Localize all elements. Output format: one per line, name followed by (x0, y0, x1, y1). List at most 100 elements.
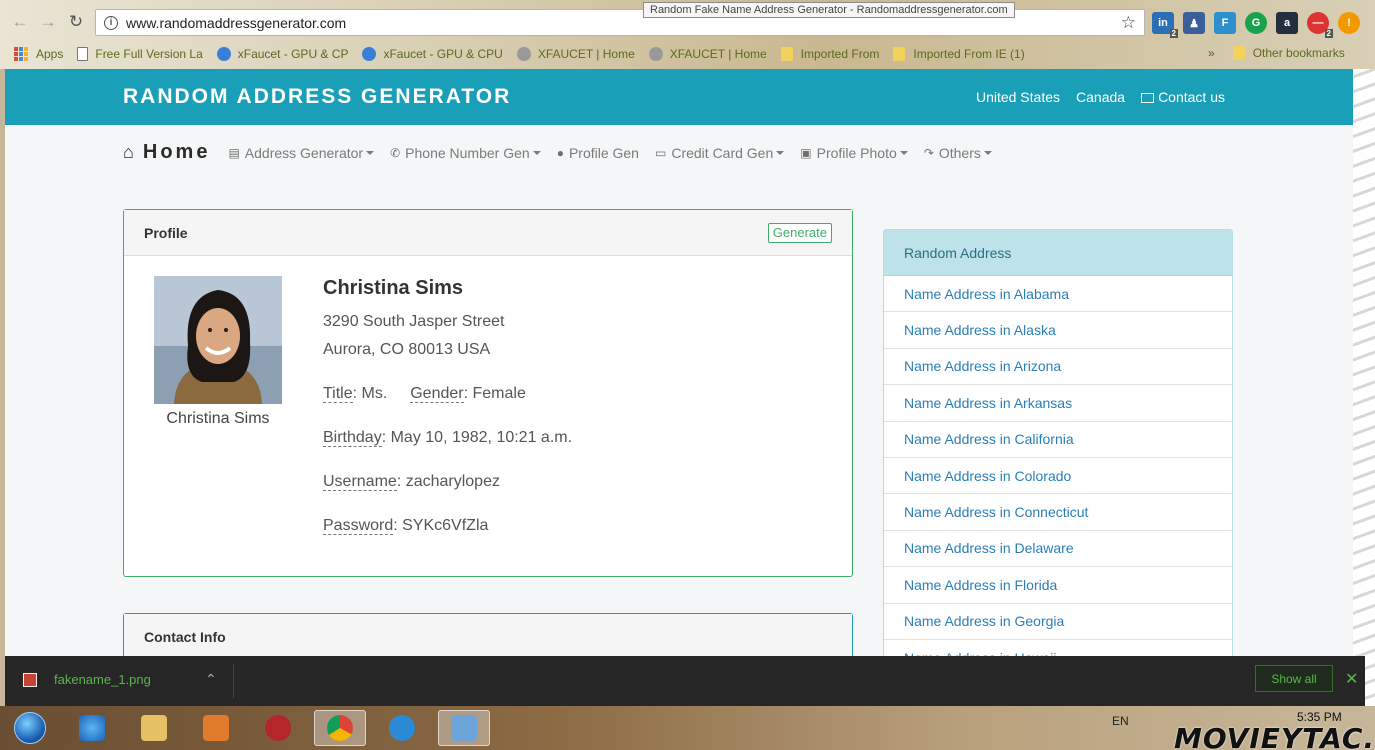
picture-icon: ▣ (800, 145, 812, 160)
menu-label: Phone Number Gen (405, 144, 530, 161)
show-all-button[interactable]: Show all (1255, 665, 1333, 692)
profile-photo-image (154, 276, 282, 404)
bookmark-item[interactable]: xFaucet - GPU & CPU (362, 47, 503, 61)
taskbar-app-blue[interactable] (376, 710, 428, 746)
folder-icon (141, 715, 167, 741)
grammarly-extension-icon[interactable]: G (1245, 12, 1267, 34)
extensions-area: in 2 ♟ F G a —2 ! (1152, 12, 1360, 38)
bookmark-apps[interactable]: Apps (14, 47, 63, 61)
taskbar-control-panel[interactable] (438, 710, 490, 746)
bookmarks-overflow-icon[interactable]: » (1208, 46, 1215, 60)
adblock-extension-icon[interactable]: —2 (1307, 12, 1333, 38)
bookmark-star-icon[interactable]: ☆ (1121, 13, 1136, 33)
menu-address-generator[interactable]: ▤ Address Generator (228, 145, 375, 161)
linkedin-extension-icon[interactable]: in 2 (1152, 12, 1178, 38)
birthday-label: Birthday (323, 429, 382, 447)
media-player-icon (203, 715, 229, 741)
nav-united-states[interactable]: United States (976, 89, 1060, 105)
menu-profile-gen[interactable]: ● Profile Gen (557, 145, 639, 161)
bookmark-label: xFaucet - GPU & CP (237, 47, 349, 61)
back-arrow-icon[interactable]: ← (10, 12, 30, 32)
menu-phone-number-gen[interactable]: ✆ Phone Number Gen (390, 145, 541, 161)
chevron-up-icon[interactable]: ⌃ (205, 671, 217, 688)
id-card-icon: ▤ (228, 145, 240, 160)
download-item[interactable]: fakename_1.png (23, 672, 151, 687)
forward-arrow-icon[interactable]: → (38, 12, 58, 32)
state-link-colorado[interactable]: Name Address in Colorado (884, 458, 1232, 495)
state-link-alabama[interactable]: Name Address in Alabama (884, 276, 1232, 313)
state-link-connecticut[interactable]: Name Address in Connecticut (884, 494, 1232, 531)
birthday-row: Birthday: May 10, 1982, 10:21 a.m. (323, 429, 572, 447)
state-link-alaska[interactable]: Name Address in Alaska (884, 312, 1232, 349)
windows-taskbar: EN 5:35 PM (0, 706, 1375, 750)
apps-icon (14, 47, 28, 61)
menu-others[interactable]: ↷ Others (924, 145, 992, 161)
home-link[interactable]: ⌂ Home (123, 141, 210, 164)
menu-label: Others (938, 144, 981, 161)
other-bookmarks[interactable]: » Other bookmarks (1208, 46, 1345, 60)
tray-language[interactable]: EN (1112, 714, 1129, 728)
title-label: Title (323, 385, 353, 403)
chrome-icon (327, 715, 353, 741)
reload-icon[interactable]: ↻ (66, 12, 86, 32)
bookmark-item[interactable]: Free Full Version La (77, 47, 203, 61)
username-row: Username: zacharylopez (323, 473, 500, 491)
taskbar-media-player[interactable] (190, 710, 242, 746)
people-extension-icon[interactable]: ♟ (1183, 12, 1205, 34)
generate-button[interactable]: Generate (767, 223, 832, 243)
taskbar-chrome[interactable] (314, 710, 366, 746)
bookmark-label: XFAUCET | Home (669, 47, 767, 61)
profile-photo (154, 276, 282, 404)
url-text[interactable]: www.randomaddressgenerator.com (126, 15, 346, 31)
menu-label: Credit Card Gen (671, 144, 774, 161)
password-label: Password (323, 517, 394, 535)
bookmark-item[interactable]: XFAUCET | Home (648, 47, 767, 61)
profile-card: Profile Generate Christina Sims Christin… (123, 209, 853, 577)
taskbar-ie[interactable] (66, 710, 118, 746)
bookmark-folder[interactable]: Imported From IE (1) (893, 47, 1025, 61)
menu-credit-card-gen[interactable]: ▭ Credit Card Gen (655, 144, 785, 161)
state-link-california[interactable]: Name Address in California (884, 422, 1232, 458)
control-panel-icon (451, 715, 477, 741)
profile-card-header: Profile Generate (124, 210, 852, 256)
game-app-icon (265, 715, 291, 741)
bookmark-folder[interactable]: Imported From (780, 47, 880, 61)
torn-edge-decoration (1353, 69, 1375, 709)
bookmark-item[interactable]: xFaucet - GPU & CP (216, 47, 349, 61)
site-brand[interactable]: RANDOM ADDRESS GENERATOR (123, 85, 511, 109)
username-label: Username (323, 473, 397, 491)
nav-canada[interactable]: Canada (1076, 89, 1125, 105)
menu-profile-photo[interactable]: ▣ Profile Photo (800, 145, 908, 161)
start-button[interactable] (4, 710, 56, 746)
extension-badge: 2 (1169, 29, 1178, 38)
username-value: : zacharylopez (396, 473, 500, 490)
state-link-arkansas[interactable]: Name Address in Arkansas (884, 385, 1232, 422)
watermark-logo: MOVIEYTAC.CA (1174, 722, 1375, 750)
bitcoin-icon (362, 47, 377, 61)
state-link-delaware[interactable]: Name Address in Delaware (884, 531, 1232, 568)
state-link-georgia[interactable]: Name Address in Georgia (884, 604, 1232, 640)
taskbar-explorer[interactable] (128, 710, 180, 746)
amazon-extension-icon[interactable]: a (1276, 12, 1298, 34)
litecoin-icon (516, 47, 531, 61)
password-row: Password: SYKc6VfZla (323, 517, 488, 535)
state-link-hawaii[interactable]: Name Address in Hawaii (884, 640, 1232, 656)
nav-contact-us[interactable]: Contact us (1141, 89, 1225, 105)
info-icon[interactable]: i (104, 15, 118, 30)
random-address-title: Random Address (904, 245, 1012, 261)
bookmark-label: Imported From IE (1) (913, 47, 1025, 61)
bookmark-item[interactable]: XFAUCET | Home (516, 47, 635, 61)
contact-info-card: Contact Info (123, 613, 853, 656)
fb-extension-icon[interactable]: F (1214, 12, 1236, 34)
state-link-florida[interactable]: Name Address in Florida (884, 567, 1232, 604)
home-icon: ⌂ (123, 142, 134, 162)
state-link-arizona[interactable]: Name Address in Arizona (884, 349, 1232, 386)
extension-badge: 2 (1324, 29, 1333, 38)
taskbar-app[interactable] (252, 710, 304, 746)
close-icon[interactable]: ✕ (1345, 669, 1358, 689)
bookmark-label: Free Full Version La (95, 47, 203, 61)
internet-explorer-icon (79, 715, 105, 741)
bitcoin-icon (216, 47, 231, 61)
bookmark-label: Imported From (800, 47, 880, 61)
warning-icon[interactable]: ! (1338, 12, 1360, 34)
